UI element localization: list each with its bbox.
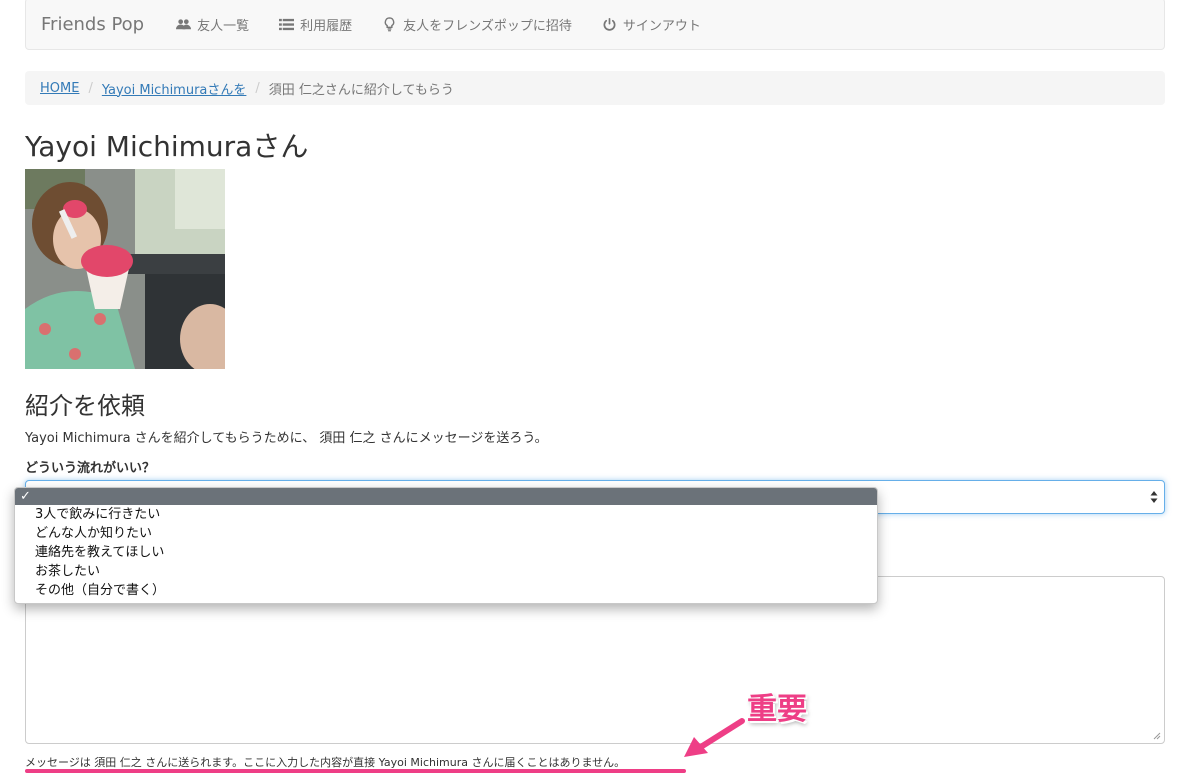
flow-dropdown-menu: ✓ 3人で飲みに行きたい どんな人か知りたい 連絡先を教えてほしい お茶したい … bbox=[14, 487, 878, 604]
dropdown-option[interactable]: 連絡先を教えてほしい bbox=[15, 543, 877, 562]
annotation-arrow-icon bbox=[684, 718, 745, 757]
list-icon bbox=[279, 18, 295, 30]
nav-item-invite[interactable]: 友人をフレンズポップに招待 bbox=[382, 15, 572, 34]
breadcrumb-home-link[interactable]: HOME bbox=[40, 81, 79, 96]
dropdown-option[interactable]: 3人で飲みに行きたい bbox=[15, 505, 877, 524]
lightbulb-icon bbox=[384, 16, 395, 31]
top-navbar: Friends Pop 友人一覧 利用履歴 友人をフレンズポップに招待 サインア… bbox=[25, 0, 1165, 50]
nav-item-label: サインアウト bbox=[622, 18, 701, 34]
resize-grip-icon[interactable] bbox=[1153, 732, 1161, 740]
dropdown-option[interactable]: お茶したい bbox=[15, 562, 877, 581]
nav-item-history[interactable]: 利用履歴 bbox=[279, 15, 352, 34]
section-title: 紹介を依頼 bbox=[25, 392, 145, 420]
users-icon bbox=[176, 18, 192, 29]
dropdown-option-empty-selected[interactable]: ✓ bbox=[15, 488, 877, 505]
breadcrumb-separator: / bbox=[255, 80, 260, 96]
breadcrumb-separator: / bbox=[88, 80, 93, 96]
profile-photo bbox=[25, 169, 225, 369]
breadcrumb: HOME / Yayoi Michimuraさんを / 須田 仁之さんに紹介して… bbox=[25, 71, 1165, 105]
nav-item-friends[interactable]: 友人一覧 bbox=[176, 15, 249, 34]
brand-logo[interactable]: Friends Pop bbox=[41, 14, 144, 35]
highlight-underline bbox=[25, 769, 686, 773]
select-arrows-icon bbox=[1150, 491, 1158, 503]
breadcrumb-current: 須田 仁之さんに紹介してもらう bbox=[268, 82, 454, 98]
nav-item-label: 利用履歴 bbox=[300, 18, 353, 34]
intro-text: Yayoi Michimura さんを紹介してもらうために、 須田 仁之 さんに… bbox=[25, 431, 548, 446]
nav-item-signout[interactable]: サインアウト bbox=[602, 15, 701, 34]
dropdown-option[interactable]: どんな人か知りたい bbox=[15, 524, 877, 543]
flow-select-label: どういう流れがいい？ bbox=[25, 461, 156, 476]
nav-item-label: 友人一覧 bbox=[197, 18, 250, 34]
breadcrumb-person-link[interactable]: Yayoi Michimuraさんを bbox=[102, 79, 247, 98]
power-icon bbox=[603, 17, 616, 31]
checkmark-icon: ✓ bbox=[20, 489, 31, 504]
nav-item-label: 友人をフレンズポップに招待 bbox=[403, 18, 572, 34]
dropdown-option[interactable]: その他（自分で書く） bbox=[15, 581, 877, 600]
footer-note: メッセージは 須田 仁之 さんに送られます。ここに入力した内容が直接 Yayoi… bbox=[25, 756, 626, 769]
page-title: Yayoi Michimuraさん bbox=[25, 130, 309, 163]
